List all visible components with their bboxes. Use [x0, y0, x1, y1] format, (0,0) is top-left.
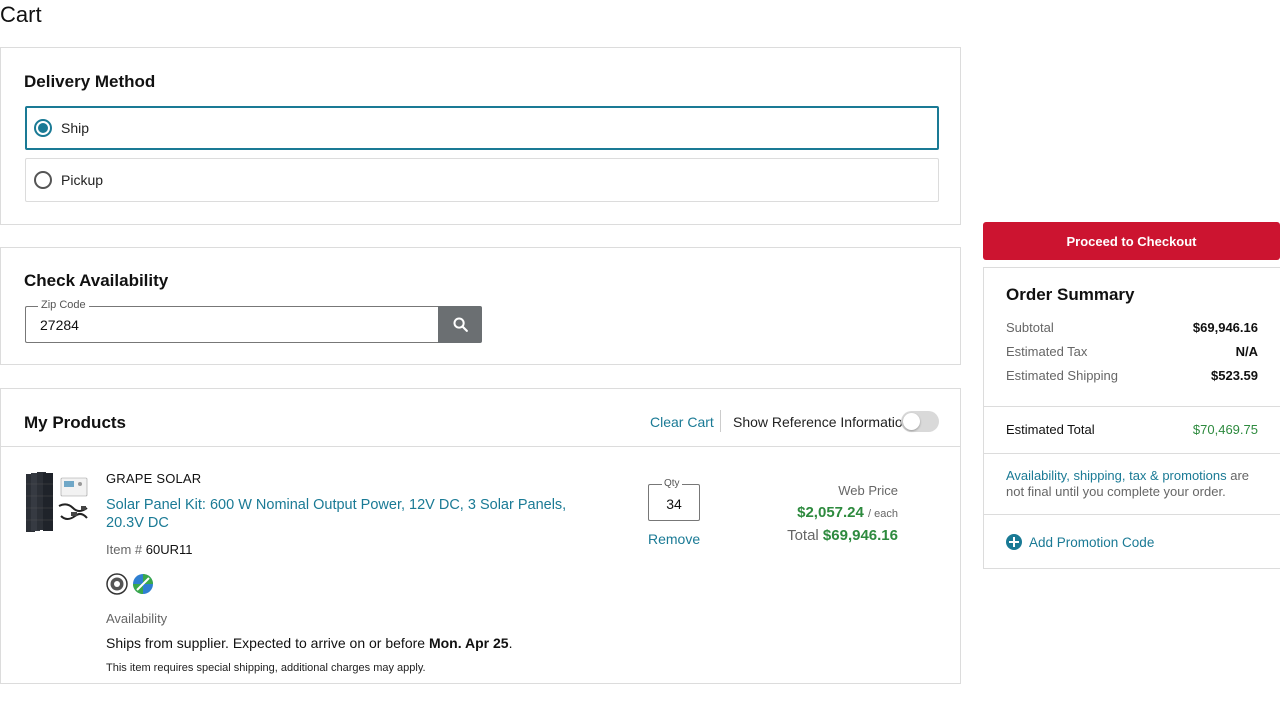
product-name-link[interactable]: Solar Panel Kit: 600 W Nominal Output Po… [106, 496, 606, 532]
zip-code-input[interactable] [40, 317, 420, 333]
ship-label: Ship [61, 120, 90, 136]
energy-badge-icon [133, 574, 153, 594]
web-price-label: Web Price [838, 483, 898, 498]
search-icon [452, 317, 468, 332]
line-total: Total $69,946.16 [787, 527, 898, 544]
product-image[interactable] [25, 472, 91, 534]
delivery-method-title: Delivery Method [24, 72, 156, 91]
summary-row-tax: Estimated Tax N/A [1006, 344, 1258, 359]
quantity-label: Qty [662, 478, 682, 489]
pickup-label: Pickup [61, 172, 104, 188]
unit-price: $2,057.24 / each [797, 504, 898, 521]
shipping-estimate: Ships from supplier. Expected to arrive … [106, 635, 513, 651]
delivery-option-pickup[interactable]: Pickup [25, 158, 939, 202]
add-promotion-code-label: Add Promotion Code [1029, 534, 1155, 550]
products-divider [1, 446, 960, 447]
my-products-card: My Products Clear Cart Show Reference In… [0, 388, 961, 684]
summary-row-subtotal: Subtotal $69,946.16 [1006, 320, 1258, 335]
delivery-option-ship[interactable]: Ship [25, 106, 939, 150]
proceed-to-checkout-button[interactable]: Proceed to Checkout [983, 222, 1280, 260]
plus-circle-icon [1006, 534, 1022, 550]
zip-search-button[interactable] [438, 306, 482, 343]
order-summary-title: Order Summary [1006, 285, 1135, 304]
ship-radio[interactable] [34, 119, 52, 137]
special-shipping-note: This item requires special shipping, add… [106, 662, 426, 674]
summary-divider [984, 453, 1280, 454]
check-availability-title: Check Availability [24, 271, 169, 290]
quantity-value[interactable]: 34 [649, 496, 699, 512]
order-summary-card: Order Summary Subtotal $69,946.16 Estimat… [983, 267, 1280, 569]
summary-row-shipping: Estimated Shipping $523.59 [1006, 368, 1258, 383]
availability-label: Availability [106, 611, 168, 626]
remove-item-link[interactable]: Remove [648, 531, 700, 547]
clear-cart-link[interactable]: Clear Cart [650, 414, 714, 430]
show-reference-label: Show Reference Information [733, 414, 911, 430]
product-badges [106, 573, 154, 595]
my-products-title: My Products [24, 413, 127, 432]
product-brand: GRAPE SOLAR [106, 471, 202, 486]
zip-code-field[interactable]: Zip Code [25, 299, 439, 343]
delivery-method-card: Delivery Method Ship Pickup [0, 47, 961, 225]
add-promotion-code-button[interactable]: Add Promotion Code [1006, 534, 1154, 550]
header-divider [720, 410, 721, 432]
price-column: Web Price $2,057.24 / each Total $69,946… [698, 483, 898, 544]
summary-disclaimer: Availability, shipping, tax & promotions… [1006, 468, 1250, 499]
zip-code-label: Zip Code [38, 299, 89, 311]
disclaimer-link[interactable]: Availability, shipping, tax & promotions [1006, 468, 1227, 483]
summary-divider [984, 406, 1280, 407]
certification-badge-icon [106, 573, 128, 595]
pickup-radio[interactable] [34, 171, 52, 189]
summary-estimated-total: Estimated Total $70,469.75 [1006, 422, 1258, 437]
page-title: Cart [0, 2, 42, 27]
show-reference-toggle[interactable] [901, 411, 939, 432]
item-number: Item # 60UR11 [106, 542, 193, 557]
check-availability-card: Check Availability Zip Code [0, 247, 961, 365]
summary-divider [984, 514, 1280, 515]
quantity-field[interactable]: Qty 34 [648, 478, 700, 521]
